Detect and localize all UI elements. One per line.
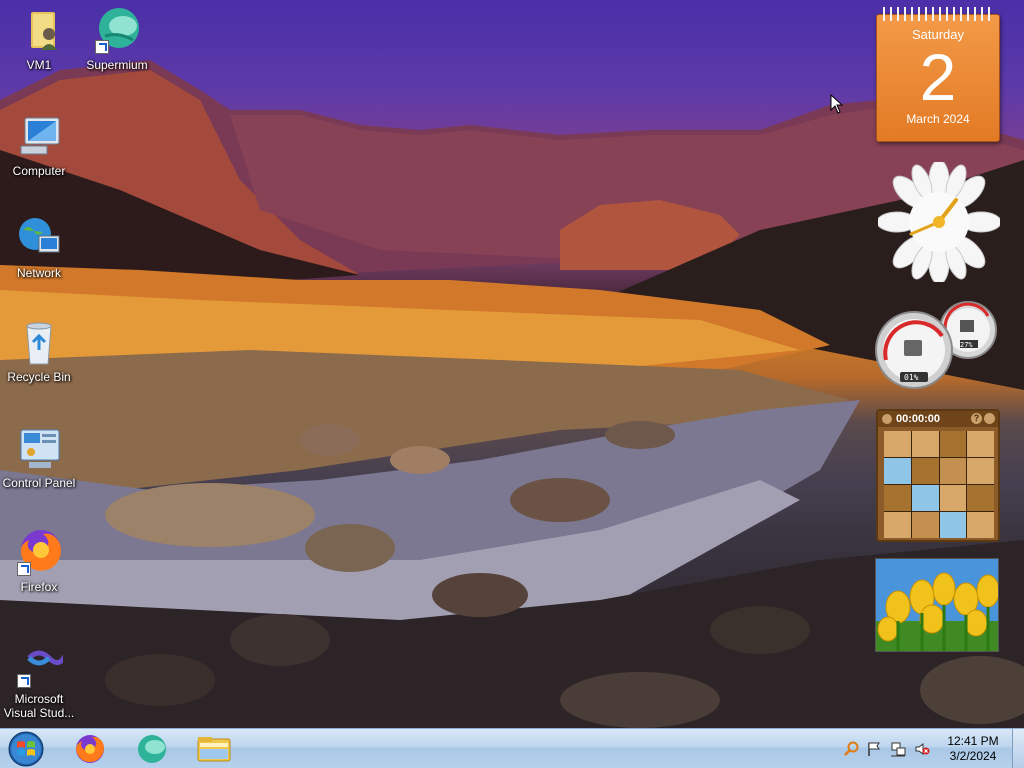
network-icon[interactable] (890, 741, 906, 757)
supermium-icon (93, 6, 141, 54)
file-explorer-icon (197, 737, 231, 762)
windows-start-orb-icon (8, 731, 44, 767)
taskbar: 12:41 PM 3/2/2024 (0, 728, 1024, 768)
desktop-icon-label: Control Panel (2, 476, 76, 490)
volume-muted-icon[interactable] (914, 741, 930, 757)
calendar-month-year: March 2024 (906, 112, 970, 126)
puzzle-tile[interactable] (967, 458, 994, 484)
puzzle-tile[interactable] (967, 431, 994, 457)
puzzle-tile[interactable] (939, 485, 967, 511)
supermium-icon (138, 735, 166, 763)
puzzle-tile[interactable] (939, 458, 967, 484)
daisy-clock-icon (876, 159, 1002, 285)
recycle-bin-icon (15, 318, 63, 366)
help-icon[interactable]: ? (971, 413, 982, 424)
desktop-icon-firefox[interactable]: Firefox (0, 528, 78, 594)
control-panel-icon (15, 424, 63, 472)
desktop-icon-supermium[interactable]: Supermium (78, 6, 156, 72)
taskbar-file-explorer-button[interactable] (186, 731, 242, 767)
puzzle-tile[interactable] (884, 485, 911, 511)
desktop: VM1 Supermium Computer Network Recycle B… (0, 0, 1024, 728)
puzzle-tile[interactable] (939, 512, 967, 538)
slideshow-gadget[interactable] (875, 558, 999, 652)
computer-icon (15, 112, 63, 160)
puzzle-tile[interactable] (911, 512, 939, 538)
puzzle-timer-value: 00:00:00 (896, 413, 941, 425)
cpu-usage-readout: 01% (904, 373, 919, 382)
minimize-icon[interactable] (984, 413, 995, 424)
mouse-cursor-icon (830, 94, 844, 114)
puzzle-tile[interactable] (911, 431, 939, 457)
desktop-icon-label: VM1 (26, 58, 52, 72)
picture-puzzle-gadget[interactable]: 00:00:00 ? (876, 409, 1000, 542)
clock-gadget[interactable] (876, 159, 1002, 285)
shortcut-arrow-icon (17, 674, 31, 688)
search-icon[interactable] (843, 741, 859, 757)
wallpaper (0, 60, 1024, 728)
puzzle-tile[interactable] (911, 485, 939, 511)
taskbar-date: 3/2/2024 (949, 749, 997, 763)
desktop-icon-label: Recycle Bin (7, 370, 71, 384)
firefox-icon (76, 735, 104, 763)
desktop-icon-label: Supermium (86, 58, 148, 72)
puzzle-tile[interactable] (939, 431, 967, 457)
puzzle-tile[interactable] (884, 431, 911, 457)
puzzle-tile[interactable] (884, 512, 911, 538)
shortcut-arrow-icon (95, 40, 109, 54)
desktop-icon-computer[interactable]: Computer (0, 112, 78, 178)
puzzle-tile[interactable] (967, 512, 994, 538)
calendar-day: 2 (919, 40, 957, 114)
calendar-gadget[interactable]: Saturday 2 March 2024 (876, 7, 1000, 142)
start-button[interactable] (6, 731, 46, 767)
puzzle-tile[interactable] (967, 485, 994, 511)
memory-usage-readout: 27% (960, 341, 973, 349)
desktop-icon-label: Network (16, 266, 61, 280)
cpu-meter-icon (875, 301, 997, 389)
desktop-icon-vm1[interactable]: VM1 (0, 6, 78, 72)
taskbar-clock[interactable]: 12:41 PM 3/2/2024 (940, 734, 1006, 764)
puzzle-grid[interactable] (884, 431, 994, 538)
taskbar-time: 12:41 PM (947, 734, 999, 748)
puzzle-tile[interactable] (911, 458, 939, 484)
calendar-rings (883, 7, 995, 21)
desktop-icon-network[interactable]: Network (0, 214, 78, 280)
timer-icon (882, 414, 892, 424)
desktop-icon-control-panel[interactable]: Control Panel (0, 424, 78, 490)
puzzle-timer: 00:00:00 ? (878, 411, 998, 427)
cpu-meter-gadget[interactable]: 01% 27% (874, 300, 1000, 394)
user-folder-icon (15, 6, 63, 54)
firefox-icon (15, 528, 63, 576)
taskbar-firefox-button[interactable] (62, 731, 118, 767)
desktop-icon-label: Firefox (20, 580, 58, 594)
shortcut-arrow-icon (17, 562, 31, 576)
action-center-flag-icon[interactable] (866, 741, 882, 757)
tulips-photo (876, 559, 998, 651)
network-icon (15, 214, 63, 262)
desktop-icon-label: Microsoft Visual Stud... (3, 692, 75, 720)
taskbar-supermium-button[interactable] (124, 731, 180, 767)
desktop-icon-visual-studio[interactable]: Microsoft Visual Stud... (0, 640, 78, 720)
desktop-icon-recycle-bin[interactable]: Recycle Bin (0, 318, 78, 384)
show-desktop-button[interactable] (1012, 729, 1024, 768)
puzzle-tile[interactable] (884, 458, 911, 484)
desktop-icon-label: Computer (12, 164, 66, 178)
visual-studio-icon (15, 640, 68, 688)
